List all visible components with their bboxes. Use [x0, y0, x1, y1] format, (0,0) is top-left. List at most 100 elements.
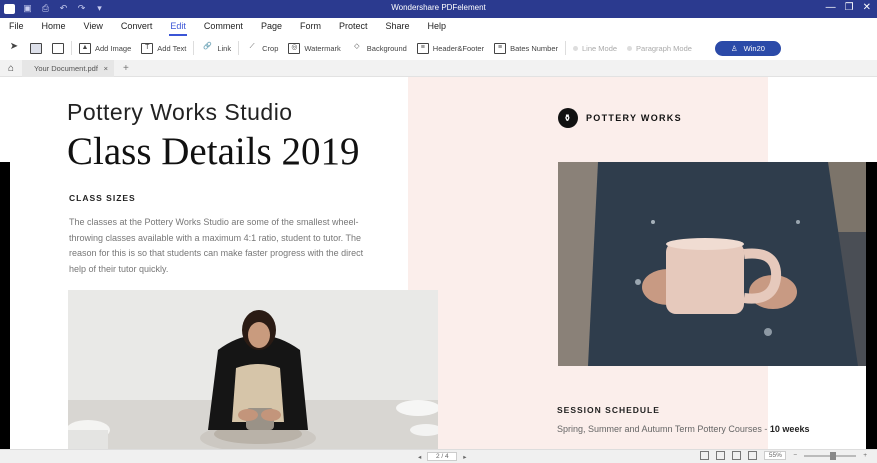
edit-text-tool-button[interactable]	[47, 39, 69, 57]
line-mode-option[interactable]: Line Mode	[568, 39, 622, 57]
watermark-icon: ◎	[288, 42, 301, 54]
image-icon: ▲	[79, 42, 91, 54]
link-button[interactable]: 🔗 Link	[196, 39, 236, 57]
toolbar-divider	[565, 41, 567, 55]
link-label: Link	[217, 43, 232, 53]
menu-help[interactable]: Help	[419, 18, 456, 36]
schedule-duration: 10 weeks	[769, 424, 810, 434]
menu-view[interactable]: View	[75, 18, 112, 36]
header-footer-icon: ≡	[416, 42, 429, 54]
menu-edit[interactable]: Edit	[161, 18, 195, 36]
maximize-button[interactable]: ❐	[845, 2, 854, 13]
mug-hands-image	[558, 162, 866, 366]
menu-share[interactable]: Share	[376, 18, 418, 36]
menu-protect[interactable]: Protect	[330, 18, 377, 36]
header-footer-label: Header&Footer	[432, 43, 485, 53]
pottery-vase-logo-icon: ⚱	[558, 108, 578, 128]
document-viewport[interactable]: Pottery Works Studio Class Details 2019 …	[0, 77, 877, 449]
zoom-slider-handle[interactable]	[830, 451, 837, 460]
heading-class-details[interactable]: Class Details 2019	[67, 129, 359, 174]
hand-edit-icon	[30, 42, 42, 54]
add-image-label: Add Image	[95, 43, 132, 53]
potter-wheel-image	[68, 290, 438, 449]
edit-object-tool-button[interactable]	[25, 39, 47, 57]
text-box-icon: T	[141, 42, 154, 54]
window-controls: — ❐ ✕	[826, 2, 871, 13]
background-button[interactable]: ◇ Background	[346, 39, 412, 57]
single-page-view-icon[interactable]	[700, 451, 710, 460]
brand-header: ⚱ POTTERY WORKS	[558, 108, 682, 128]
watermark-label: Watermark	[304, 43, 341, 53]
continuous-view-icon[interactable]	[716, 451, 726, 460]
line-mode-label: Line Mode	[582, 43, 618, 53]
zoom-level-field[interactable]: 55%	[764, 451, 787, 460]
background-label: Background	[366, 43, 407, 53]
menu-home[interactable]: Home	[33, 18, 75, 36]
class-sizes-title[interactable]: CLASS SIZES	[69, 193, 136, 203]
account-button[interactable]: ♙ Win20	[714, 40, 781, 56]
brand-name[interactable]: POTTERY WORKS	[586, 113, 682, 123]
toolbar-divider	[71, 41, 72, 55]
page-gutter-left	[0, 162, 10, 449]
two-page-view-icon[interactable]	[732, 451, 742, 460]
bates-number-label: Bates Number	[510, 43, 559, 53]
radio-icon	[627, 45, 633, 51]
watermark-button[interactable]: ◎ Watermark	[283, 39, 345, 57]
add-image-button[interactable]: ▲ Add Image	[74, 39, 136, 57]
toolbar-divider	[238, 41, 240, 55]
menu-bar: File Home View Convert Edit Comment Page…	[0, 18, 877, 36]
schedule-description: Spring, Summer and Autumn Term Pottery C…	[557, 424, 770, 434]
radio-icon	[573, 45, 579, 51]
home-icon[interactable]: ⌂	[0, 63, 22, 74]
paragraph-mode-option[interactable]: Paragraph Mode	[622, 39, 697, 57]
status-bar: ◂ 2 / 4 ▸ 55% − +	[0, 449, 877, 463]
close-button[interactable]: ✕	[863, 2, 871, 13]
menu-file[interactable]: File	[0, 18, 33, 36]
menu-form[interactable]: Form	[291, 18, 330, 36]
menu-comment[interactable]: Comment	[195, 18, 252, 36]
crop-label: Crop	[262, 43, 279, 53]
pencil-box-icon	[52, 42, 64, 54]
bates-number-icon: ≡	[494, 42, 507, 54]
page-gutter-right	[866, 162, 877, 449]
session-schedule-title[interactable]: SESSION SCHEDULE	[557, 405, 660, 415]
next-page-icon[interactable]: ▸	[463, 453, 466, 461]
add-text-button[interactable]: T Add Text	[136, 39, 191, 57]
toolbar-divider	[193, 41, 195, 55]
session-schedule-text[interactable]: Spring, Summer and Autumn Term Pottery C…	[557, 424, 809, 434]
class-sizes-body[interactable]: The classes at the Pottery Works Studio …	[69, 215, 381, 277]
paragraph-mode-label: Paragraph Mode	[636, 43, 692, 53]
paint-bucket-icon: ◇	[354, 42, 360, 50]
page-number-field[interactable]: 2 / 4	[427, 452, 458, 461]
heading-studio[interactable]: Pottery Works Studio	[67, 99, 293, 126]
potter-wheel-photo[interactable]	[68, 290, 438, 449]
minimize-button[interactable]: —	[826, 2, 836, 13]
window-title: Wondershare PDFelement	[391, 3, 486, 12]
view-controls: 55% − +	[700, 451, 867, 460]
document-tab-bar: ⌂ Your Document.pdf × +	[0, 59, 877, 77]
document-tab[interactable]: Your Document.pdf ×	[22, 59, 114, 77]
crop-icon: ⟋	[249, 42, 255, 50]
mug-hands-photo[interactable]	[558, 162, 866, 366]
menu-convert[interactable]: Convert	[112, 18, 162, 36]
close-tab-icon[interactable]: ×	[104, 64, 108, 73]
edit-toolbar: ➤ ▲ Add Image T Add Text 🔗 Link ⟋ Crop ◎ Wate…	[0, 36, 877, 60]
new-tab-button[interactable]: +	[114, 63, 129, 74]
crop-button[interactable]: ⟋ Crop	[241, 39, 283, 57]
two-page-continuous-icon[interactable]	[748, 451, 758, 460]
zoom-out-icon[interactable]: −	[793, 452, 797, 459]
previous-page-icon[interactable]: ◂	[418, 453, 421, 461]
bates-number-button[interactable]: ≡ Bates Number	[489, 39, 563, 57]
header-footer-button[interactable]: ≡ Header&Footer	[412, 39, 489, 57]
cursor-icon: ➤	[9, 40, 19, 52]
page-navigator: ◂ 2 / 4 ▸	[418, 452, 467, 461]
pdf-page[interactable]: Pottery Works Studio Class Details 2019 …	[10, 77, 866, 449]
add-text-label: Add Text	[157, 43, 187, 53]
account-label: Win20	[743, 43, 765, 53]
user-icon: ♙	[730, 43, 738, 53]
zoom-in-icon[interactable]: +	[863, 452, 867, 459]
title-bar: ▣ ⎙ ↶ ↷ ▾ Wondershare PDFelement — ❐ ✕	[0, 0, 877, 18]
menu-page[interactable]: Page	[252, 18, 291, 36]
zoom-slider[interactable]	[804, 451, 857, 460]
select-tool-button[interactable]: ➤	[0, 39, 25, 57]
